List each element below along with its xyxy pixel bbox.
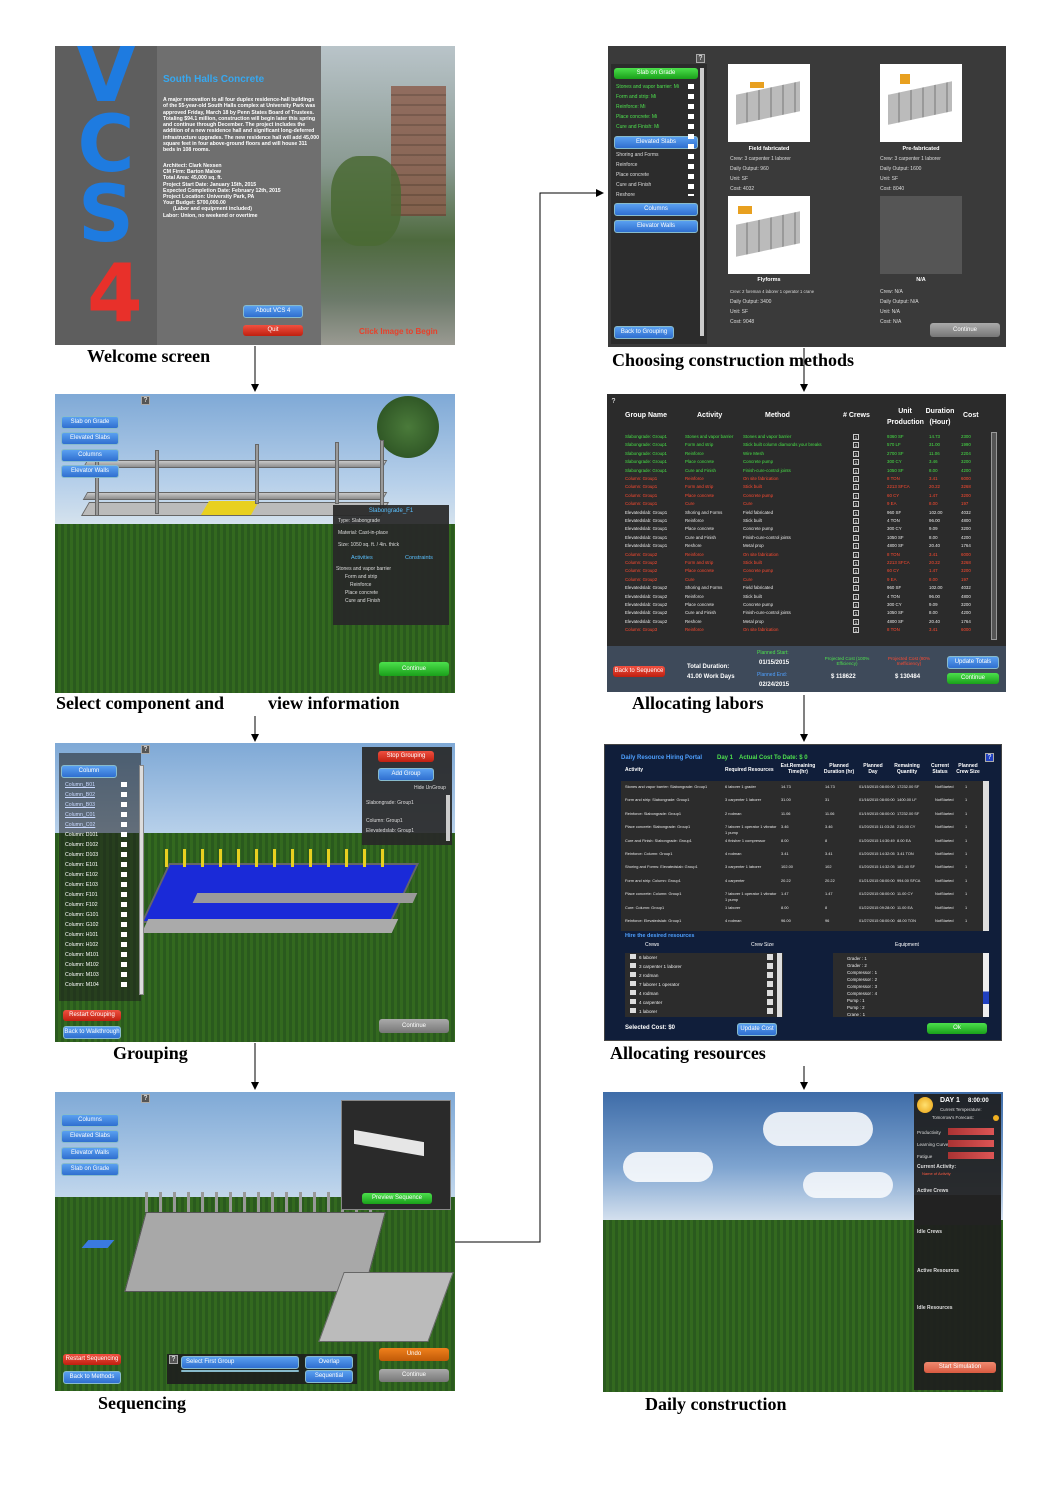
flow-arrows bbox=[251, 189, 808, 1243]
arrow-sequencing-methods bbox=[455, 189, 604, 1243]
